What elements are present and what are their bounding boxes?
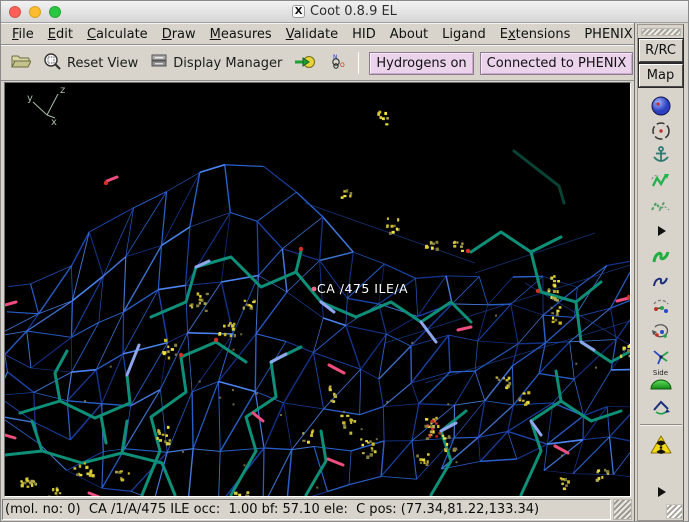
open-folder-icon	[11, 53, 32, 74]
window-title: Coot 0.8.9 EL	[310, 4, 397, 19]
menu-item-phenix[interactable]: PHENIX	[579, 26, 637, 43]
menu-item-calculate[interactable]: Calculate	[82, 26, 153, 43]
rigid-body-fit-icon[interactable]	[638, 168, 683, 193]
menu-item-measures[interactable]: Measures	[205, 26, 277, 43]
svg-text:z: z	[60, 85, 65, 96]
menu-item-hid[interactable]: HID	[347, 26, 381, 43]
status-text: (mol. no: 0) CA /1/A/475 ILE occ: 1.00 b…	[2, 499, 611, 520]
refine-regularize-control-button[interactable]: R/RC	[638, 39, 683, 62]
menu-item-file[interactable]: File	[7, 26, 39, 43]
side-chain-180-icon[interactable]: Side	[638, 368, 683, 393]
statusbar: (mol. no: 0) CA /1/A/475 ILE occ: 1.00 b…	[1, 498, 634, 521]
display-manager-button[interactable]: Display Manager	[147, 51, 285, 75]
mutate-residue-icon[interactable]	[638, 343, 683, 368]
torsion-general-icon[interactable]	[638, 318, 683, 343]
zoom-button[interactable]	[49, 5, 61, 18]
model-fit-refine-toolbar: Side	[638, 89, 683, 504]
go-to-atom-button[interactable]	[291, 52, 319, 75]
side-chain-label: Side	[652, 369, 669, 377]
gl-canvas[interactable]: y z x CA /475 ILE/A	[4, 82, 631, 497]
expand-more-icon[interactable]	[638, 218, 683, 243]
connected-to-phenix-badge[interactable]: Connected to PHENIX	[479, 51, 634, 75]
run-refmac-hazard-icon[interactable]	[638, 432, 683, 457]
sidebar: R/RC Map Side	[634, 23, 688, 521]
auto-fit-rotamer-icon[interactable]	[638, 243, 683, 268]
open-file-button[interactable]	[8, 51, 34, 76]
sidebar-panel: R/RC Map Side	[637, 24, 684, 521]
svg-text:x: x	[51, 117, 57, 128]
map-button[interactable]: Map	[638, 64, 683, 87]
menu-item-draw[interactable]: Draw	[157, 26, 201, 43]
recentre-target-icon[interactable]	[638, 118, 683, 143]
menubar: File Edit Calculate Draw Measures Validate HID…	[1, 23, 634, 45]
minimize-button[interactable]	[29, 5, 41, 18]
hydrogens-on-badge[interactable]: Hydrogens on	[369, 51, 474, 75]
x11-app-icon: X	[292, 5, 306, 18]
ligand-builder-button[interactable]: NO	[325, 51, 348, 76]
svg-text:y: y	[27, 93, 33, 104]
reset-view-button[interactable]: Reset View	[40, 50, 141, 77]
sidebar-separator	[639, 424, 682, 426]
titlebar[interactable]: X Coot 0.8.9 EL	[1, 1, 688, 23]
fix-atoms-anchor-icon[interactable]	[638, 143, 683, 168]
rotamers-icon[interactable]	[638, 268, 683, 293]
map-sphere-icon[interactable]	[638, 93, 683, 118]
statusbar-resize-grip[interactable]	[613, 499, 632, 520]
expand-more-icon[interactable]	[638, 479, 683, 504]
menu-item-about[interactable]: About	[385, 26, 433, 43]
sidebar-resize-grip[interactable]	[666, 504, 683, 519]
menu-item-extensions[interactable]: Extensions	[495, 26, 576, 43]
menu-item-edit[interactable]: Edit	[43, 26, 78, 43]
atom-label: CA /475 ILE/A	[317, 281, 408, 296]
ligand-molecule-icon: NO	[328, 53, 345, 74]
rot-trans-zone-icon[interactable]	[638, 193, 683, 218]
coot-window: X Coot 0.8.9 EL File Edit Calculate Draw Mea…	[0, 0, 689, 522]
svg-text:O: O	[340, 62, 345, 69]
flip-peptide-icon[interactable]	[638, 393, 683, 418]
toolbar-separator	[358, 52, 360, 74]
close-button[interactable]	[9, 5, 21, 18]
go-to-atom-icon	[294, 54, 316, 73]
edit-chi-angles-icon[interactable]	[638, 293, 683, 318]
menu-item-validate[interactable]: Validate	[281, 26, 343, 43]
layers-stack-icon	[150, 53, 168, 73]
canvas-frame: y z x CA /475 ILE/A	[1, 81, 634, 498]
molecular-scene: y z x CA /475 ILE/A	[5, 85, 630, 496]
reset-view-label: Reset View	[67, 55, 139, 71]
toolbar-drag-handle[interactable]	[640, 28, 681, 36]
toolbar: Reset View Display Manager NO Hydrogens …	[1, 45, 634, 81]
menu-item-ligand[interactable]: Ligand	[437, 26, 491, 43]
left-pane: File Edit Calculate Draw Measures Validate HID…	[1, 23, 634, 521]
display-manager-label: Display Manager	[173, 55, 283, 71]
magnifier-icon	[43, 52, 62, 75]
